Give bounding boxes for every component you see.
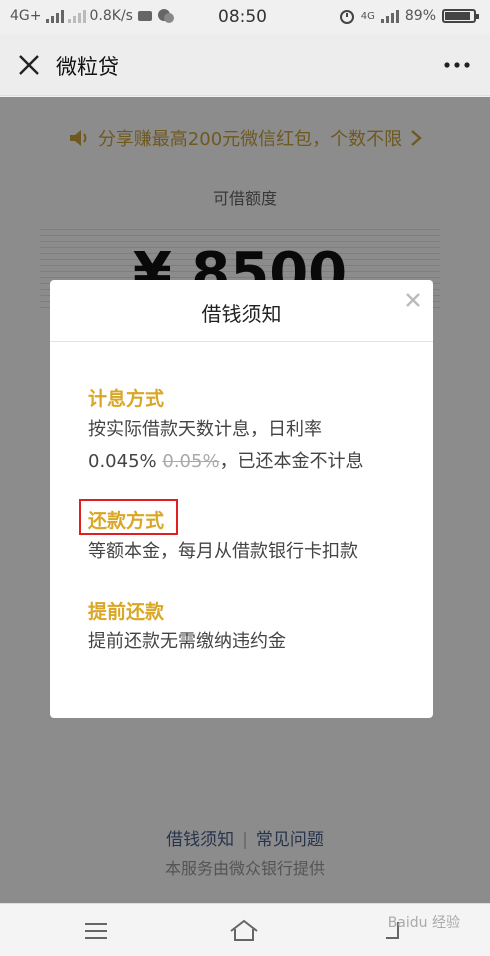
home-icon[interactable] xyxy=(228,918,260,944)
status-bar: 4G+ 0.8K/s 08:50 4G 89% xyxy=(0,0,490,34)
status-time: 08:50 xyxy=(218,7,267,27)
loan-notice-dialog: 借钱须知 计息方式 按实际借款天数计息，日利率 0.045% 0.05%，已还本… xyxy=(50,280,433,718)
section-repay-text: 等额本金，每月从借款银行卡扣款 xyxy=(88,541,358,562)
dialog-header: 借钱须知 xyxy=(50,280,433,342)
dialog-close-icon[interactable] xyxy=(405,292,421,308)
interest-rate: 0.045% xyxy=(88,451,157,472)
section-prepay-title: 提前还款 xyxy=(88,601,165,623)
battery-label: 89% xyxy=(404,8,436,24)
network-label: 4G+ xyxy=(10,8,42,24)
speed-label: 0.8K/s xyxy=(89,8,133,24)
signal-icon-right xyxy=(380,9,399,23)
dialog-title: 借钱须知 xyxy=(201,302,282,326)
section-interest-text: 按实际借款天数计息，日利率 0.045% 0.05%，已还本金不计息 xyxy=(88,414,408,478)
signal-icon xyxy=(45,9,64,23)
interest-rest: ，已还本金不计息 xyxy=(219,451,364,472)
nav-bar: 微粒贷 xyxy=(0,34,490,96)
battery-icon xyxy=(442,9,479,23)
interest-line-2: 0.045% 0.05%，已还本金不计息 xyxy=(88,446,408,478)
section-prepay-text: 提前还款无需缴纳违约金 xyxy=(88,631,286,652)
section-interest-title: 计息方式 xyxy=(88,388,165,410)
status-left: 4G+ 0.8K/s xyxy=(10,8,175,24)
section-repay-title: 还款方式 xyxy=(88,510,165,532)
nav-title: 微粒贷 xyxy=(56,55,119,79)
signal-icon-secondary xyxy=(67,9,86,23)
watermark: Baidu 经验 xyxy=(387,915,460,931)
more-icon[interactable] xyxy=(442,52,472,78)
network-right-label: 4G xyxy=(360,10,375,22)
wechat-icon xyxy=(157,9,174,23)
interest-old-rate: 0.05% xyxy=(162,451,220,472)
status-right: 4G 89% xyxy=(339,8,479,24)
mail-icon xyxy=(137,11,152,21)
menu-icon[interactable] xyxy=(83,918,109,944)
close-icon[interactable] xyxy=(16,52,42,78)
alarm-icon xyxy=(339,10,354,24)
interest-line-1: 按实际借款天数计息，日利率 xyxy=(88,419,322,440)
